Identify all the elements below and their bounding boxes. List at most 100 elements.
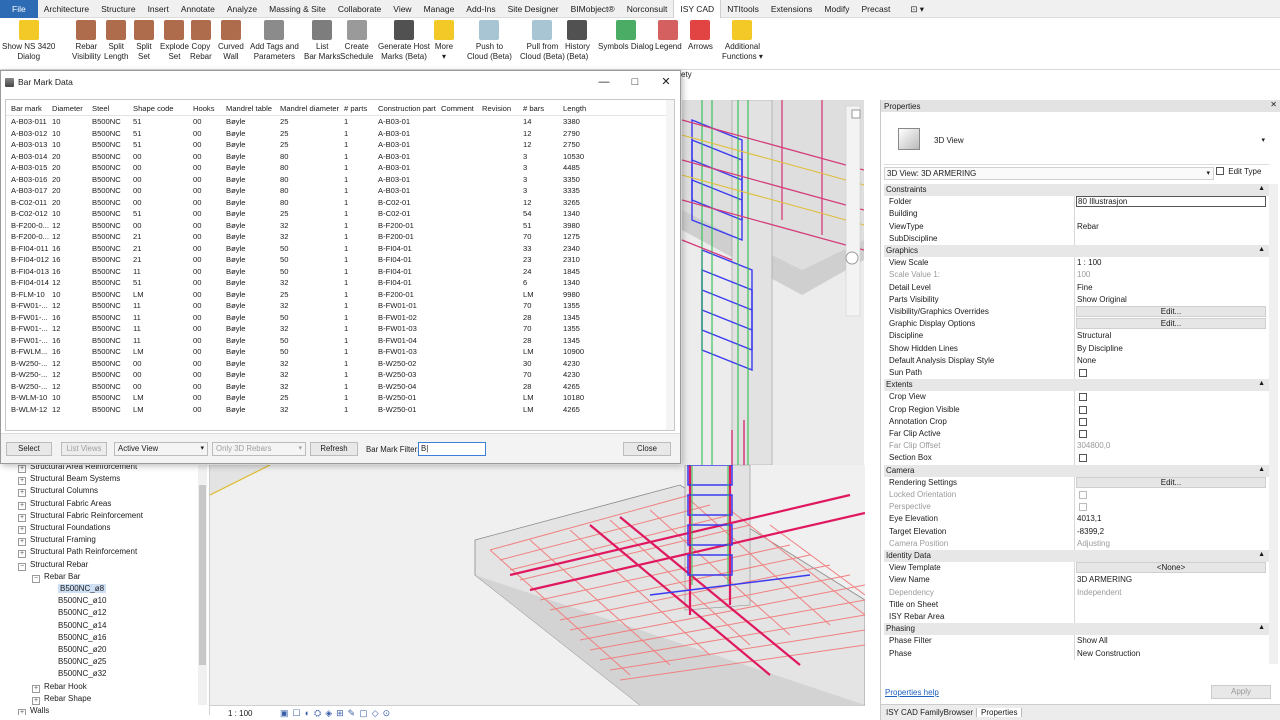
- 3d-viewport-main[interactable]: [210, 465, 865, 705]
- property-row-eye-elevation[interactable]: Eye Elevation 4013,1: [884, 513, 1269, 526]
- property-value[interactable]: 80 Illustrasjon: [1076, 196, 1266, 208]
- ribbon-button-rebar-visibility[interactable]: Rebar Visibility: [72, 20, 101, 62]
- browser-item-b500nc-10[interactable]: B500NC_ø10: [46, 596, 106, 605]
- ribbon-tab-site-designer[interactable]: Site Designer: [502, 0, 565, 18]
- ribbon-tab-bimobject-[interactable]: BIMobject®: [565, 0, 621, 18]
- ribbon-tab-file[interactable]: File: [0, 0, 38, 18]
- table-row[interactable]: B-F200-0... 12 B500NC 21 00 Bøyle 32 1 B-F200-01…: [6, 231, 674, 243]
- bar-mark-grid[interactable]: Bar mark Diameter Steel Shape code Hooks Mand…: [5, 99, 675, 431]
- browser-item-structural-beam-systems[interactable]: + Structural Beam Systems: [18, 474, 120, 486]
- ribbon-button-legend[interactable]: Legend: [655, 20, 682, 52]
- property-row-subdiscipline[interactable]: SubDiscipline: [884, 232, 1269, 245]
- ribbon-button-additional-functions-[interactable]: Additional Functions ▾: [722, 20, 763, 62]
- property-row-annotation-crop[interactable]: Annotation Crop: [884, 415, 1269, 428]
- table-row[interactable]: B-FW01-... 16 B500NC 11 00 Bøyle 50 1 B-FW01-02 2…: [6, 312, 674, 324]
- property-value[interactable]: Rebar: [1077, 222, 1099, 231]
- apply-button[interactable]: Apply: [1211, 685, 1271, 699]
- table-row[interactable]: B-FI04-013 16 B500NC 11 00 Bøyle 50 1 B-FI04-01 2…: [6, 266, 674, 278]
- table-row[interactable]: B-FW01-... 12 B500NC 11 00 Bøyle 32 1 B-FW01-01 7…: [6, 300, 674, 312]
- browser-item-structural-framing[interactable]: + Structural Framing: [18, 535, 96, 547]
- checkbox[interactable]: [1079, 393, 1087, 402]
- property-value[interactable]: Fine: [1077, 283, 1093, 292]
- table-row[interactable]: B-W250-... 12 B500NC 00 00 Bøyle 32 1 B-W250-02 3…: [6, 358, 674, 370]
- property-row-graphic-display-options[interactable]: Graphic Display Options Edit...: [884, 318, 1269, 331]
- expand-icon[interactable]: +: [32, 696, 40, 705]
- property-row-phase-filter[interactable]: Phase Filter Show All: [884, 635, 1269, 648]
- property-value[interactable]: -8399,2: [1077, 527, 1104, 536]
- property-value[interactable]: New Construction: [1077, 649, 1140, 658]
- property-row-viewtype[interactable]: ViewType Rebar: [884, 220, 1269, 233]
- property-row-crop-region-visible[interactable]: Crop Region Visible: [884, 403, 1269, 416]
- view-scope-select[interactable]: Active View ▾: [114, 442, 208, 456]
- section-header-identity-data[interactable]: Identity Data ▲: [884, 550, 1269, 563]
- grid-scrollbar[interactable]: [666, 100, 674, 430]
- checkbox[interactable]: [1079, 503, 1087, 512]
- browser-item-structural-area-reinforcement[interactable]: + Structural Area Reinforcement: [18, 465, 137, 473]
- expand-icon[interactable]: +: [18, 501, 26, 510]
- ribbon-tab-analyze[interactable]: Analyze: [221, 0, 263, 18]
- property-value-button[interactable]: <None>: [1076, 562, 1266, 574]
- checkbox[interactable]: [1079, 491, 1087, 499]
- collapse-arrow-icon[interactable]: ▲: [1258, 466, 1265, 473]
- table-row[interactable]: A-B03-014 20 B500NC 00 00 Bøyle 80 1 A-B03-01 3 10…: [6, 151, 674, 163]
- collapse-arrow-icon[interactable]: ▲: [1258, 246, 1265, 253]
- ribbon-tab-architecture[interactable]: Architecture: [38, 0, 95, 18]
- ribbon-button-more--[interactable]: More ▾: [434, 20, 454, 62]
- expand-icon[interactable]: +: [18, 513, 26, 522]
- column-header-comment[interactable]: Comment: [441, 104, 474, 113]
- close-window-button[interactable]: ✕: [651, 73, 681, 91]
- palette-tab-properties[interactable]: Properties: [976, 708, 1023, 717]
- type-selector[interactable]: 3D View ▾: [884, 115, 1269, 165]
- browser-item-structural-rebar[interactable]: − Structural Rebar: [18, 560, 88, 571]
- expand-icon[interactable]: +: [18, 526, 26, 534]
- ribbon-tab-isy-cad[interactable]: ISY CAD: [673, 0, 722, 18]
- ribbon-button-copy-rebar[interactable]: Copy Rebar: [190, 20, 212, 62]
- property-value-button[interactable]: Edit...: [1076, 306, 1266, 317]
- column-header-mandrel-table[interactable]: Mandrel table: [226, 104, 272, 113]
- browser-item-b500nc-16[interactable]: B500NC_ø16: [46, 633, 106, 642]
- table-row[interactable]: A-B03-012 10 B500NC 51 00 Bøyle 25 1 A-B03-01 12 2…: [6, 128, 674, 140]
- checkbox[interactable]: [1079, 454, 1087, 463]
- properties-scrollbar[interactable]: [1269, 184, 1278, 664]
- ribbon-tab-extensions[interactable]: Extensions: [765, 0, 819, 18]
- browser-item-b500nc-8[interactable]: B500NC_ø8: [46, 584, 107, 593]
- ribbon-tab-insert[interactable]: Insert: [142, 0, 175, 18]
- property-row-view-name[interactable]: View Name 3D ARMERING: [884, 574, 1269, 587]
- checkbox[interactable]: [1079, 430, 1087, 438]
- ribbon-button-arrows[interactable]: Arrows: [688, 20, 713, 52]
- bar-mark-filter-input[interactable]: B|: [418, 442, 486, 456]
- table-row[interactable]: B-FLM-10 10 B500NC LM 00 Bøyle 25 1 B-F200-01 LM 9…: [6, 289, 674, 301]
- property-row-isy-rebar-area[interactable]: ISY Rebar Area: [884, 611, 1269, 624]
- checkbox[interactable]: [1079, 417, 1087, 426]
- ribbon-tab-modify[interactable]: Modify: [818, 0, 855, 18]
- property-row-crop-view[interactable]: Crop View: [884, 391, 1269, 404]
- collapse-icon[interactable]: −: [32, 574, 40, 583]
- property-row-folder[interactable]: Folder 80 Illustrasjon: [884, 196, 1269, 209]
- property-row-visibility-graphics-overrides[interactable]: Visibility/Graphics Overrides Edit...: [884, 306, 1269, 319]
- property-row-discipline[interactable]: Discipline Structural: [884, 330, 1269, 343]
- section-header-constraints[interactable]: Constraints ▲: [884, 184, 1269, 197]
- refresh-button[interactable]: Refresh: [310, 442, 358, 456]
- ribbon-button-pull-from-cloud-beta-[interactable]: Pull from Cloud (Beta): [520, 20, 565, 62]
- collapse-arrow-icon[interactable]: ▲: [1258, 624, 1265, 631]
- browser-item-b500nc-14[interactable]: B500NC_ø14: [46, 621, 106, 630]
- property-value[interactable]: 4013,1: [1077, 514, 1101, 523]
- property-row-rendering-settings[interactable]: Rendering Settings Edit...: [884, 476, 1269, 489]
- table-row[interactable]: A-B03-017 20 B500NC 00 00 Bøyle 80 1 A-B03-01 3 33…: [6, 185, 674, 197]
- ribbon-tab-collaborate[interactable]: Collaborate: [332, 0, 387, 18]
- property-row-phase[interactable]: Phase New Construction: [884, 647, 1269, 660]
- property-value[interactable]: None: [1077, 356, 1096, 365]
- table-row[interactable]: B-W250-... 12 B500NC 00 00 Bøyle 32 1 B-W250-04 2…: [6, 381, 674, 393]
- column-header-mandrel-diameter[interactable]: Mandrel diameter: [280, 104, 339, 113]
- browser-item-b500nc-32[interactable]: B500NC_ø32: [46, 669, 106, 678]
- table-row[interactable]: B-W250-... 12 B500NC 00 00 Bøyle 32 1 B-W250-03 7…: [6, 369, 674, 381]
- property-row-title-on-sheet[interactable]: Title on Sheet: [884, 598, 1269, 611]
- ribbon-button-split-set[interactable]: Split Set: [134, 20, 154, 62]
- property-row-parts-visibility[interactable]: Parts Visibility Show Original: [884, 293, 1269, 306]
- ribbon-button-split-length[interactable]: Split Length: [104, 20, 128, 62]
- property-row-perspective[interactable]: Perspective: [884, 501, 1269, 514]
- property-row-building[interactable]: Building: [884, 208, 1269, 221]
- property-value-button[interactable]: Edit...: [1076, 476, 1266, 488]
- property-row-section-box[interactable]: Section Box: [884, 452, 1269, 465]
- checkbox[interactable]: [1079, 405, 1087, 414]
